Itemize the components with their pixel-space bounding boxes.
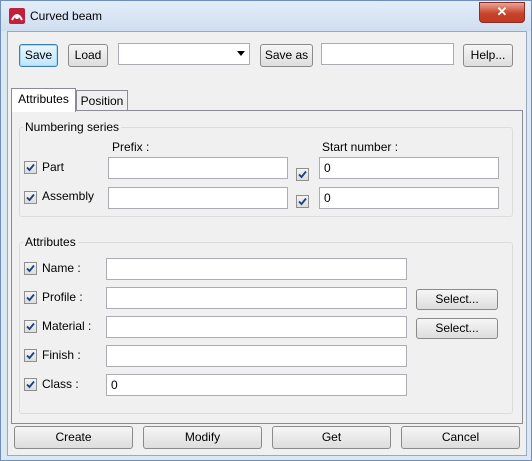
checkmark-icon: [26, 193, 35, 202]
start-number-header: Start number :: [322, 140, 399, 154]
material-input[interactable]: [106, 316, 407, 338]
dialog-window: Curved beam ✕ Save Load Save as Help... …: [0, 0, 532, 461]
assembly-start-checkbox[interactable]: [296, 195, 309, 208]
checkmark-icon: [26, 264, 35, 273]
modify-button[interactable]: Modify: [143, 426, 262, 449]
help-button[interactable]: Help...: [463, 44, 513, 67]
checkmark-icon: [298, 197, 307, 206]
preset-dropdown[interactable]: [118, 43, 250, 65]
name-input[interactable]: [106, 258, 407, 280]
profile-input[interactable]: [106, 287, 407, 309]
finish-input[interactable]: [106, 345, 407, 367]
window-title: Curved beam: [30, 9, 103, 23]
checkmark-icon: [26, 163, 35, 172]
finish-checkbox[interactable]: [24, 349, 37, 362]
part-prefix-input[interactable]: [108, 157, 288, 179]
tab-attributes[interactable]: Attributes: [11, 88, 76, 112]
checkmark-icon: [26, 351, 35, 360]
material-label: Material :: [42, 319, 92, 333]
checkmark-icon: [26, 293, 35, 302]
close-icon: ✕: [496, 4, 508, 19]
part-start-number-input[interactable]: [319, 157, 499, 179]
attributes-tab-panel: Numbering series Prefix : Start number :…: [11, 110, 523, 424]
dialog-client-area: Save Load Save as Help... Attributes Pos…: [7, 31, 527, 456]
checkmark-icon: [26, 380, 35, 389]
profile-label: Profile :: [42, 290, 83, 304]
get-button[interactable]: Get: [272, 426, 391, 449]
load-button[interactable]: Load: [68, 44, 108, 67]
part-checkbox[interactable]: [24, 161, 37, 174]
name-label: Name :: [42, 261, 81, 275]
curved-beam-app-icon: [9, 8, 25, 24]
assembly-prefix-input[interactable]: [108, 187, 288, 209]
title-bar[interactable]: Curved beam ✕: [1, 1, 531, 31]
profile-checkbox[interactable]: [24, 291, 37, 304]
assembly-checkbox[interactable]: [24, 191, 37, 204]
checkmark-icon: [298, 170, 307, 179]
tab-position[interactable]: Position: [76, 90, 128, 112]
save-button[interactable]: Save: [19, 44, 58, 67]
finish-label: Finish :: [42, 348, 81, 362]
name-checkbox[interactable]: [24, 262, 37, 275]
cancel-button[interactable]: Cancel: [401, 426, 520, 449]
material-checkbox[interactable]: [24, 320, 37, 333]
checkmark-icon: [26, 322, 35, 331]
assembly-start-number-input[interactable]: [319, 187, 499, 209]
class-label: Class :: [42, 377, 79, 391]
save-as-button[interactable]: Save as: [260, 44, 313, 67]
attributes-group-title: Attributes: [23, 235, 78, 249]
assembly-label: Assembly: [42, 189, 95, 203]
material-select-button[interactable]: Select...: [416, 318, 498, 339]
save-as-name-input[interactable]: [321, 43, 454, 65]
part-start-checkbox[interactable]: [296, 168, 309, 181]
close-button[interactable]: ✕: [479, 2, 525, 23]
chevron-down-icon: [237, 51, 245, 56]
part-label: Part: [42, 160, 65, 174]
class-checkbox[interactable]: [24, 378, 37, 391]
create-button[interactable]: Create: [14, 426, 133, 449]
class-input[interactable]: [106, 374, 407, 396]
numbering-series-title: Numbering series: [23, 120, 122, 134]
profile-select-button[interactable]: Select...: [416, 289, 498, 310]
prefix-header: Prefix :: [112, 140, 150, 154]
